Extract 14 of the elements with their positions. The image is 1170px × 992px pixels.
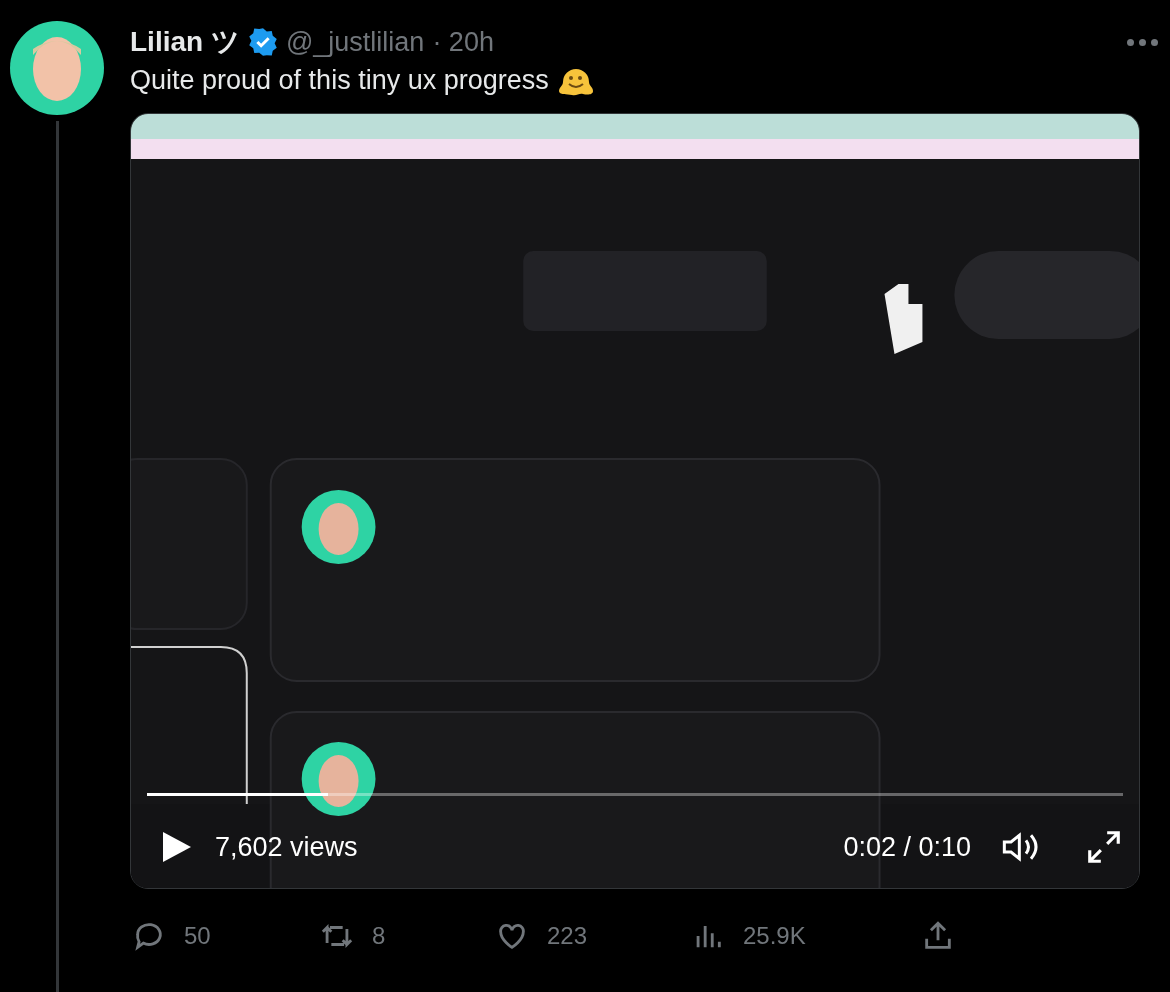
video-player[interactable]: 7,602 views 0:02 / 0:10 [130, 113, 1140, 889]
video-time: 0:02 / 0:10 [843, 831, 971, 863]
views-button[interactable]: 25.9K [691, 919, 921, 953]
reply-button[interactable]: 50 [132, 919, 320, 953]
author-handle[interactable]: @_justlilian [285, 26, 425, 58]
like-button[interactable]: 223 [495, 919, 691, 953]
post-text: Quite proud of this tiny ux progress [130, 64, 549, 96]
repost-button[interactable]: 8 [320, 919, 495, 953]
post-time[interactable]: · 20h [432, 26, 494, 58]
view-count: 7,602 views [215, 831, 358, 863]
progress-bar[interactable] [147, 793, 1123, 796]
fullscreen-button[interactable] [1085, 828, 1123, 866]
play-button[interactable] [161, 830, 193, 864]
author-name[interactable]: Lilian ツ [130, 23, 240, 61]
